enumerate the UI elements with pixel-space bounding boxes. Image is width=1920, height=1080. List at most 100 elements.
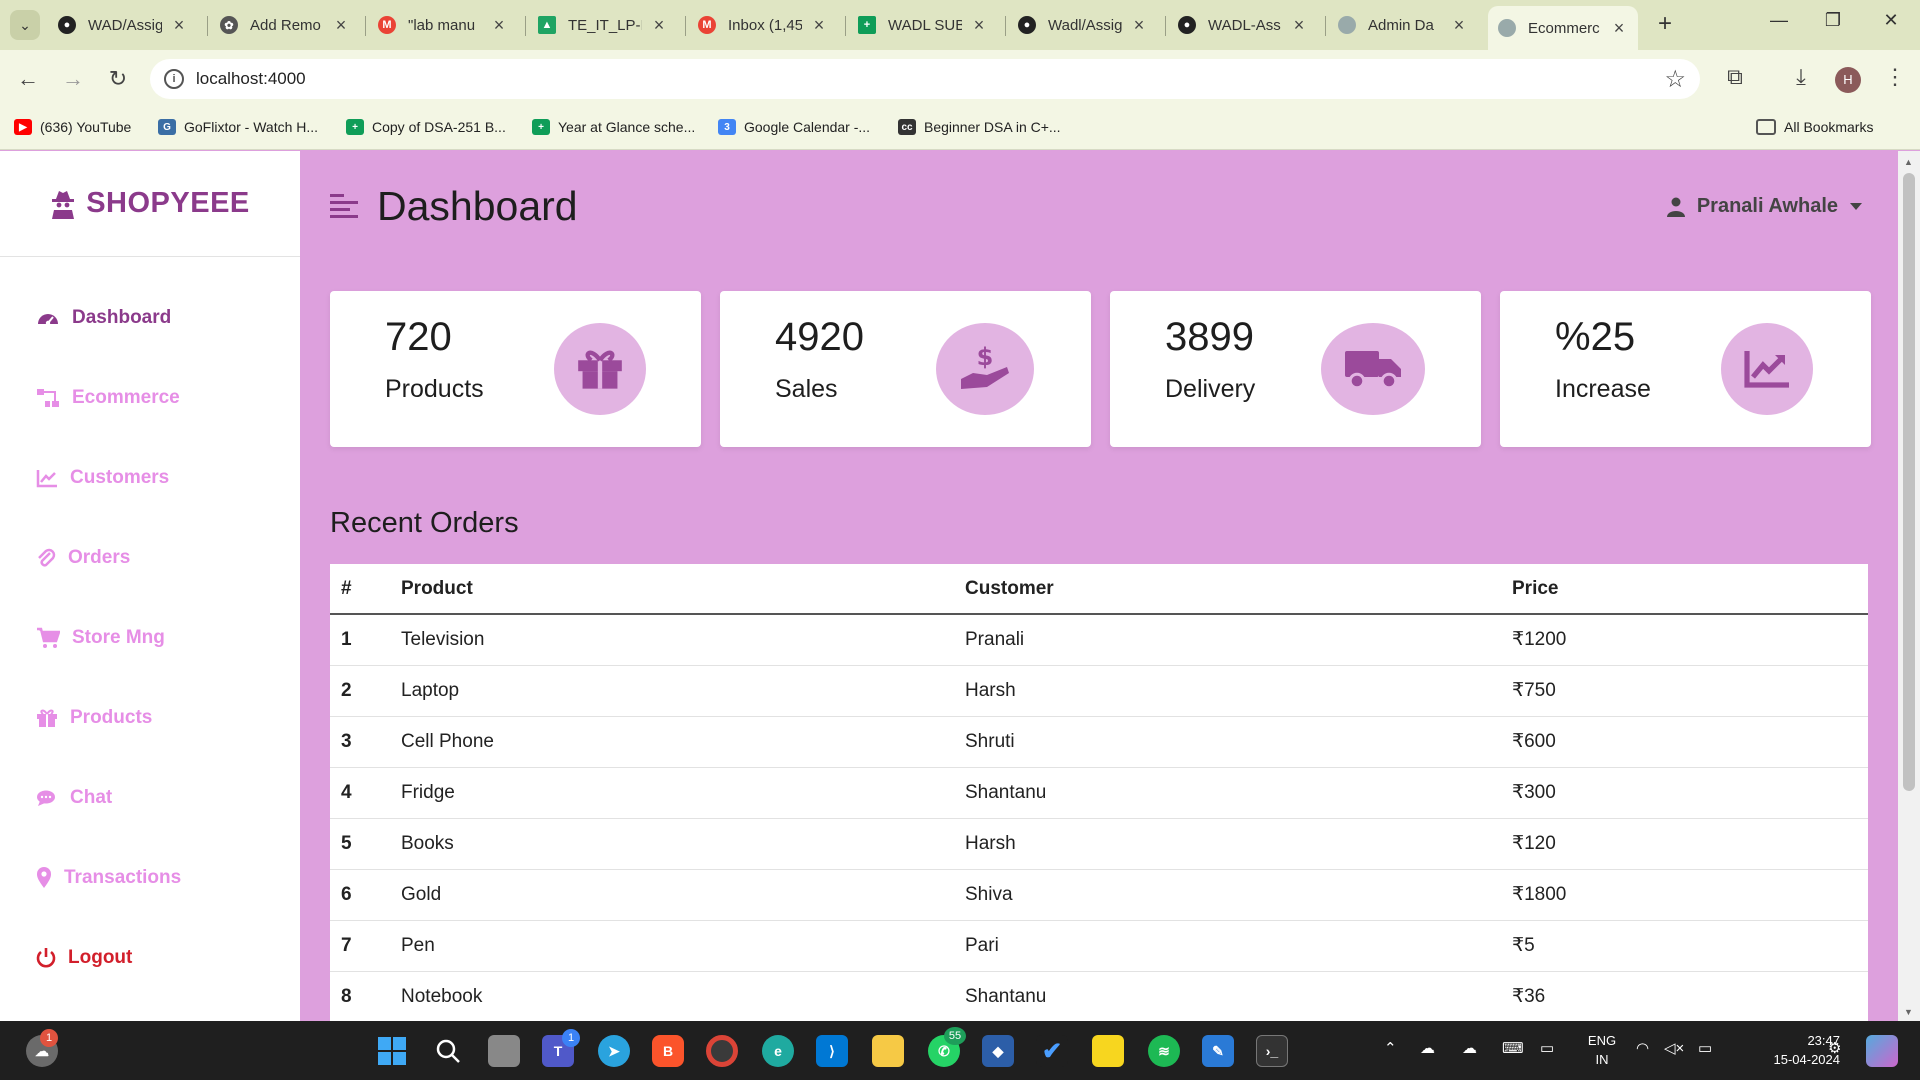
tab-search-button[interactable]: ⌄ (10, 10, 40, 40)
chrome-icon[interactable] (706, 1035, 738, 1067)
column-header: Customer (954, 564, 1501, 615)
globe-icon (1498, 19, 1516, 37)
vscode-icon[interactable]: ⟩ (816, 1035, 848, 1067)
tray-overflow-icon[interactable]: ⌃ (1384, 1039, 1397, 1057)
user-menu[interactable]: Pranali Awhale (1666, 195, 1862, 218)
forward-button[interactable]: → (58, 64, 88, 94)
brave-icon[interactable]: B (652, 1035, 684, 1067)
terminal-icon[interactable]: ›_ (1256, 1035, 1288, 1067)
close-icon[interactable]: × (970, 15, 988, 36)
sidebar-item-ecommerce[interactable]: Ecommerce (36, 387, 180, 409)
sidebar-item-store-mng[interactable]: Store Mng (36, 627, 165, 649)
new-tab-button[interactable]: + (1650, 10, 1680, 38)
map-pin-icon (37, 867, 51, 888)
calendar-icon: 3 (718, 119, 736, 135)
sticky-notes-icon[interactable] (1092, 1035, 1124, 1067)
sidebar-item-chat[interactable]: Chat (36, 787, 112, 809)
browser-tab[interactable]: M "lab manu × (368, 8, 518, 42)
browser-tab[interactable]: ● WAD/Assig × (48, 8, 198, 42)
table-row: 2 Laptop Harsh ₹750 (330, 665, 1868, 717)
search-icon[interactable] (432, 1035, 464, 1067)
keyboard-icon[interactable]: ⌨ (1502, 1039, 1524, 1057)
scroll-up-arrow[interactable]: ▲ (1904, 157, 1913, 167)
onedrive-icon[interactable]: ☁ (1420, 1039, 1435, 1057)
display-icon[interactable]: ▭ (1540, 1039, 1554, 1057)
profile-avatar[interactable]: H (1835, 67, 1861, 93)
back-button[interactable]: ← (13, 64, 43, 94)
more-menu-icon[interactable]: ⋮ (1880, 64, 1910, 90)
close-icon[interactable]: × (1450, 15, 1468, 36)
whatsapp-badge: 55 (944, 1027, 966, 1045)
sidebar-item-customers[interactable]: Customers (36, 467, 169, 489)
browser-tab[interactable]: ▲ TE_IT_LP-II × (528, 8, 678, 42)
close-icon[interactable]: × (1610, 18, 1628, 39)
extensions-icon[interactable]: ⧉ (1720, 64, 1750, 90)
battery-icon[interactable]: ▭ (1698, 1039, 1712, 1057)
close-icon[interactable]: × (1290, 15, 1308, 36)
gift-icon (37, 709, 57, 727)
all-bookmarks-button[interactable]: All Bookmarks (1756, 119, 1873, 135)
close-icon[interactable]: × (810, 15, 828, 36)
close-icon[interactable]: × (1130, 15, 1148, 36)
minimize-button[interactable]: — (1754, 10, 1804, 31)
sitemap-icon (37, 389, 59, 407)
browser-tab-active[interactable]: Ecommerc × (1488, 6, 1638, 50)
bookmark-item[interactable]: G GoFlixtor - Watch H... (158, 119, 318, 135)
browser-tab[interactable]: Admin Da × (1328, 8, 1478, 42)
bookmark-item[interactable]: cc Beginner DSA in C+... (898, 119, 1061, 135)
main-content: Dashboard Pranali Awhale 720 Products 49… (300, 151, 1898, 1034)
telegram-icon[interactable]: ➤ (598, 1035, 630, 1067)
settings-gear-icon[interactable]: ⚙ (1828, 1039, 1841, 1057)
download-icon[interactable]: ⤓ (1786, 64, 1816, 90)
brand[interactable]: SHOPYEEE (0, 151, 300, 257)
github-icon: ● (58, 16, 76, 34)
restore-button[interactable]: ❐ (1808, 10, 1858, 31)
paint-icon[interactable]: ✎ (1202, 1035, 1234, 1067)
sidebar-item-logout[interactable]: Logout (36, 947, 132, 969)
sidebar-item-dashboard[interactable]: Dashboard (36, 307, 171, 329)
bookmark-item[interactable]: ▶ (636) YouTube (14, 119, 131, 135)
address-bar[interactable]: i localhost:4000 ☆ (150, 59, 1700, 99)
volume-muted-icon[interactable]: ◁× (1664, 1039, 1684, 1057)
spotify-icon[interactable]: ≋ (1148, 1035, 1180, 1067)
edge-icon[interactable]: e (762, 1035, 794, 1067)
bookmark-item[interactable]: + Copy of DSA-251 B... (346, 119, 506, 135)
page-scrollbar[interactable]: ▲ ▼ (1898, 151, 1920, 1021)
window-close-button[interactable]: ✕ (1866, 10, 1916, 31)
todo-icon[interactable]: ✔ (1036, 1035, 1068, 1067)
folder-icon (1756, 119, 1776, 135)
site-info-icon[interactable]: i (164, 69, 184, 89)
close-icon[interactable]: × (490, 15, 508, 36)
cloud-sync-icon[interactable]: ☁ (1462, 1039, 1477, 1057)
copilot-icon[interactable] (1866, 1035, 1898, 1067)
browser-tab[interactable]: ● WADL-Ass × (1168, 8, 1318, 42)
browser-tab[interactable]: ● Wadl/Assig × (1008, 8, 1158, 42)
menu-toggle-icon[interactable] (330, 193, 358, 219)
scroll-thumb[interactable] (1903, 173, 1915, 791)
bookmark-item[interactable]: + Year at Glance sche... (532, 119, 695, 135)
tab-divider (525, 16, 526, 36)
reload-button[interactable]: ↻ (103, 64, 133, 94)
browser-tab[interactable]: M Inbox (1,45 × (688, 8, 838, 42)
sidebar-item-transactions[interactable]: Transactions (36, 867, 181, 889)
browser-tab[interactable]: ✿ Add Remo × (210, 8, 360, 42)
sidebar-item-products[interactable]: Products (36, 707, 152, 729)
browser-tab[interactable]: + WADL SUB × (848, 8, 998, 42)
bookmark-star-icon[interactable]: ☆ (1664, 65, 1686, 94)
chart-line-icon (36, 470, 57, 488)
close-icon[interactable]: × (170, 15, 188, 36)
sidebar-item-orders[interactable]: Orders (36, 547, 130, 569)
close-icon[interactable]: × (332, 15, 350, 36)
close-icon[interactable]: × (650, 15, 668, 36)
bookmark-item[interactable]: 3 Google Calendar -... (718, 119, 870, 135)
task-view-icon[interactable] (488, 1035, 520, 1067)
scroll-down-arrow[interactable]: ▼ (1904, 1007, 1913, 1017)
language-indicator[interactable]: ENG IN (1582, 1031, 1622, 1069)
wifi-icon[interactable]: ◠ (1636, 1039, 1649, 1057)
power-icon (36, 948, 56, 968)
virtualbox-icon[interactable]: ◆ (982, 1035, 1014, 1067)
url-text[interactable]: localhost:4000 (196, 69, 306, 89)
file-explorer-icon[interactable] (872, 1035, 904, 1067)
start-icon[interactable] (376, 1035, 408, 1067)
github-icon: ● (1178, 16, 1196, 34)
